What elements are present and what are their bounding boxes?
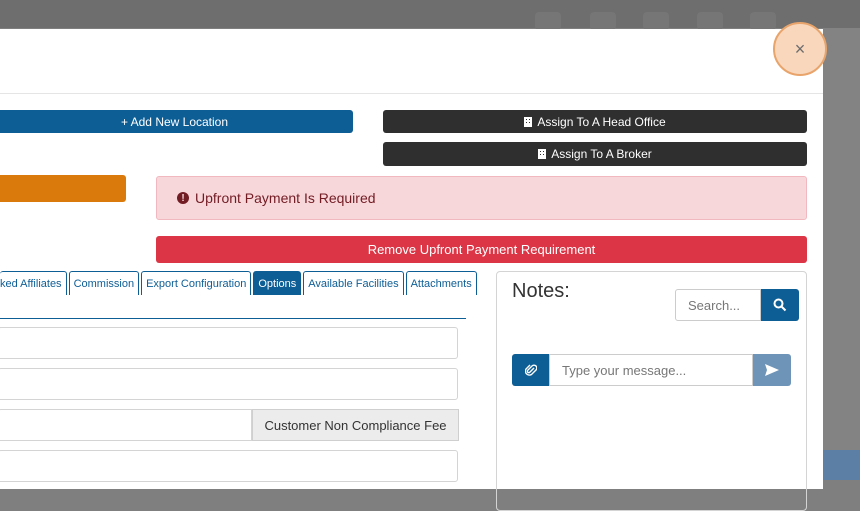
background-topbar <box>0 0 860 28</box>
notes-search-button[interactable] <box>761 289 799 321</box>
background-icon <box>750 12 776 30</box>
close-button[interactable]: × <box>773 22 827 76</box>
attach-file-button[interactable] <box>512 354 549 386</box>
option-field-1[interactable] <box>0 327 458 359</box>
background-icon <box>697 12 723 30</box>
building-icon <box>524 116 533 127</box>
modal-dialog: + Add New Location Assign To A Head Offi… <box>0 29 823 511</box>
paperclip-icon <box>524 364 537 376</box>
tab-bar: ked Affiliates Commission Export Configu… <box>0 271 477 297</box>
tab-options[interactable]: Options <box>253 271 302 295</box>
fee-input-addon: Customer Non Compliance Fee <box>252 409 459 441</box>
building-icon <box>538 149 547 159</box>
tab-linked-affiliates[interactable]: ked Affiliates <box>0 271 67 295</box>
notes-title: Notes: <box>512 280 570 302</box>
search-icon <box>773 298 787 312</box>
background-icon <box>535 12 561 30</box>
add-new-location-button[interactable]: + Add New Location <box>0 110 353 133</box>
remove-upfront-payment-button[interactable]: Remove Upfront Payment Requirement <box>156 236 807 263</box>
notes-panel: Notes: Search... Type your message... <box>496 271 807 511</box>
assign-head-office-label: Assign To A Head Office <box>537 114 666 129</box>
tab-commission[interactable]: Commission <box>68 271 140 295</box>
customer-non-compliance-fee-input[interactable] <box>0 409 252 441</box>
tab-attachments[interactable]: Attachments <box>405 271 477 295</box>
message-input[interactable]: Type your message... <box>549 354 753 386</box>
background-panel <box>823 28 860 480</box>
option-field-4[interactable] <box>0 450 458 482</box>
assign-broker-label: Assign To A Broker <box>551 147 652 161</box>
background-icon <box>590 12 616 30</box>
assign-head-office-button[interactable]: Assign To A Head Office <box>383 110 807 133</box>
close-icon: × <box>794 38 806 59</box>
upfront-payment-alert: ! Upfront Payment Is Required <box>156 176 807 220</box>
assign-broker-button[interactable]: Assign To A Broker <box>383 142 807 166</box>
background-icon <box>643 12 669 30</box>
alert-text: Upfront Payment Is Required <box>195 190 376 206</box>
option-field-2[interactable] <box>0 368 458 400</box>
modal-header <box>0 29 823 94</box>
exclamation-circle-icon: ! <box>177 192 189 204</box>
notes-search-input[interactable]: Search... <box>675 289 761 321</box>
send-icon <box>765 364 779 376</box>
tab-underline <box>0 318 466 319</box>
tab-available-facilities[interactable]: Available Facilities <box>303 271 404 295</box>
status-button[interactable] <box>0 175 126 202</box>
send-message-button[interactable] <box>753 354 791 386</box>
tab-export-configuration[interactable]: Export Configuration <box>141 271 252 295</box>
background-button <box>823 450 860 480</box>
